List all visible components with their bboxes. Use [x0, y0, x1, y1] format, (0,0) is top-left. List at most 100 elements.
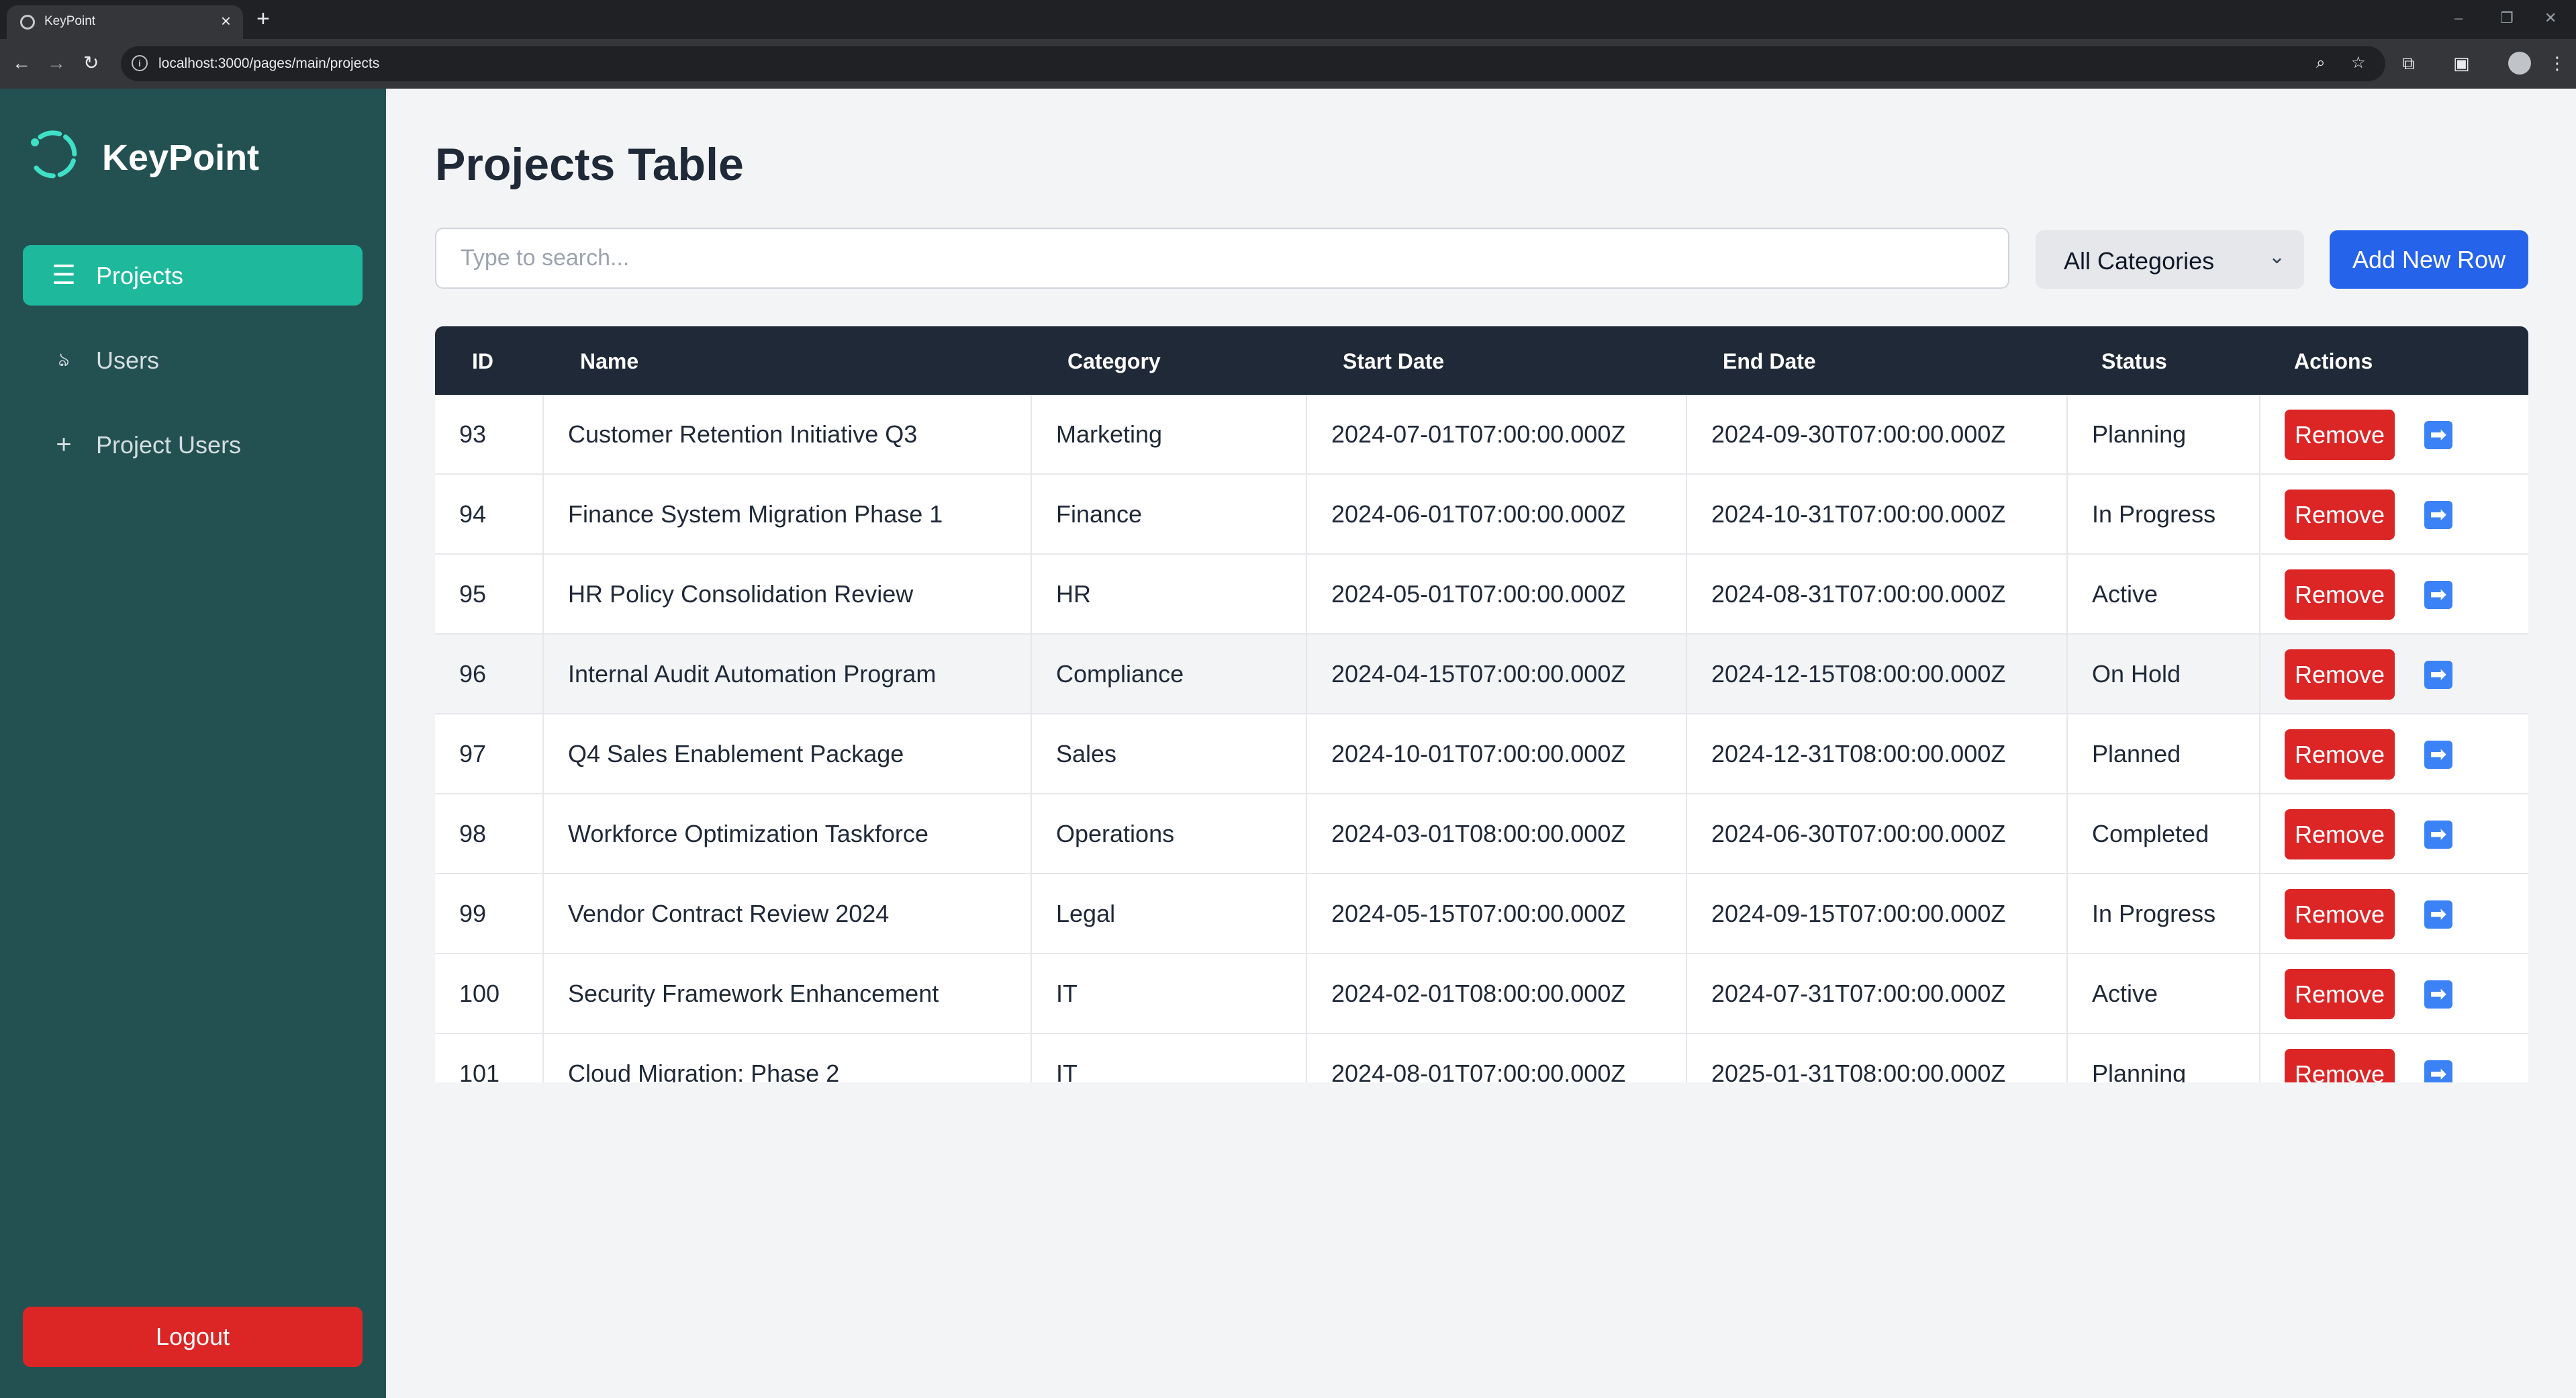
category-select[interactable]: All Categories ⌄: [2036, 230, 2304, 289]
cell-end-date-text: 2024-10-31T07:00:00.000Z: [1711, 500, 2006, 528]
table-row[interactable]: 95 HR Policy Consolidation Review HR 2024-0…: [435, 555, 2528, 635]
arrow-right-icon[interactable]: ➡: [2424, 741, 2452, 769]
cell-status-text: Completed: [2092, 820, 2209, 847]
cell-status-text: Active: [2092, 580, 2158, 608]
remove-button[interactable]: Remove: [2285, 809, 2395, 859]
arrow-right-icon[interactable]: ➡: [2424, 501, 2452, 529]
table-row[interactable]: 98 Workforce Optimization Taskforce Operat…: [435, 794, 2528, 874]
cell-end-date-text: 2024-08-31T07:00:00.000Z: [1711, 580, 2006, 608]
remove-button[interactable]: Remove: [2285, 649, 2395, 700]
sidebar-item-label: Projects: [96, 262, 184, 289]
cell-category-text: HR: [1056, 580, 1091, 608]
restore-icon[interactable]: ❐: [2500, 8, 2514, 28]
browser-tab[interactable]: KeyPoint ×: [7, 5, 243, 39]
cell-name-text: Finance System Migration Phase 1: [568, 500, 943, 528]
column-header-end-date[interactable]: End Date: [1723, 349, 1816, 374]
new-tab-icon[interactable]: +: [256, 7, 270, 31]
close-window-icon[interactable]: ✕: [2544, 8, 2557, 28]
cell-actions: Remove ➡: [2260, 874, 2528, 953]
cell-end-date: 2024-09-30T07:00:00.000Z: [1687, 395, 2068, 473]
minimize-icon[interactable]: –: [2454, 8, 2463, 28]
search-input[interactable]: [435, 228, 2009, 289]
arrow-right-icon[interactable]: ➡: [2424, 661, 2452, 689]
zoom-icon[interactable]: ⌕: [2316, 53, 2325, 73]
column-header-start-date[interactable]: Start Date: [1343, 349, 1444, 374]
cell-start-date-text: 2024-03-01T08:00:00.000Z: [1331, 820, 1626, 847]
cell-category-text: Legal: [1056, 900, 1116, 927]
python-logo-icon: ঌ: [58, 349, 70, 370]
remove-button[interactable]: Remove: [2285, 569, 2395, 620]
column-header-name[interactable]: Name: [580, 349, 638, 374]
remove-button[interactable]: Remove: [2285, 410, 2395, 460]
cell-actions: Remove ➡: [2260, 794, 2528, 873]
remove-button[interactable]: Remove: [2285, 889, 2395, 939]
cell-end-date: 2024-06-30T07:00:00.000Z: [1687, 794, 2068, 873]
cell-start-date: 2024-03-01T08:00:00.000Z: [1307, 794, 1687, 873]
cell-status-text: In Progress: [2092, 500, 2216, 528]
sidebar-item-projects[interactable]: ☰ Projects: [23, 245, 363, 306]
cell-start-date: 2024-06-01T07:00:00.000Z: [1307, 475, 1687, 553]
column-header-category[interactable]: Category: [1067, 349, 1161, 374]
arrow-right-icon[interactable]: ➡: [2424, 421, 2452, 449]
table-row[interactable]: 93 Customer Retention Initiative Q3 Market…: [435, 395, 2528, 475]
cell-start-date: 2024-07-01T07:00:00.000Z: [1307, 395, 1687, 473]
cell-category: Operations: [1032, 794, 1307, 873]
url-bar[interactable]: i localhost:3000/pages/main/projects ⌕ ☆: [121, 46, 2385, 81]
column-header-status[interactable]: Status: [2101, 349, 2167, 374]
cell-id: 93: [435, 395, 544, 473]
tab-title: KeyPoint: [44, 14, 96, 28]
cell-id: 101: [435, 1034, 544, 1082]
logout-button[interactable]: Logout: [23, 1307, 363, 1367]
sidepanel-icon[interactable]: ▣: [2453, 51, 2470, 75]
reload-icon[interactable]: ↻: [83, 51, 99, 75]
arrow-right-icon[interactable]: ➡: [2424, 900, 2452, 929]
cell-status: In Progress: [2068, 475, 2260, 553]
add-new-row-button[interactable]: Add New Row: [2330, 230, 2528, 289]
profile-avatar-icon[interactable]: [2508, 52, 2531, 75]
table-row[interactable]: 99 Vendor Contract Review 2024 Legal 2024-0…: [435, 874, 2528, 954]
cell-status: Planning: [2068, 1034, 2260, 1082]
arrow-right-icon[interactable]: ➡: [2424, 581, 2452, 609]
cell-end-date-text: 2025-01-31T08:00:00.000Z: [1711, 1060, 2006, 1082]
table-row[interactable]: 101 Cloud Migration: Phase 2 IT 2024-08-01T…: [435, 1034, 2528, 1082]
table-row[interactable]: 96 Internal Audit Automation Program Compl…: [435, 635, 2528, 714]
table-row[interactable]: 94 Finance System Migration Phase 1 Financ…: [435, 475, 2528, 555]
cell-name-text: Workforce Optimization Taskforce: [568, 820, 928, 847]
sidebar-item-users[interactable]: ঌ Users: [23, 330, 363, 390]
sidebar-item-project-users[interactable]: + Project Users: [23, 414, 363, 475]
brand-name: KeyPoint: [102, 138, 260, 178]
arrow-right-icon[interactable]: ➡: [2424, 980, 2452, 1009]
cell-id: 96: [435, 635, 544, 713]
remove-button[interactable]: Remove: [2285, 490, 2395, 540]
cell-name: Finance System Migration Phase 1: [544, 475, 1032, 553]
browser-menu-icon[interactable]: ⋮: [2548, 51, 2566, 75]
remove-button[interactable]: Remove: [2285, 1049, 2395, 1082]
arrow-right-icon[interactable]: ➡: [2424, 1060, 2452, 1082]
forward-icon[interactable]: →: [47, 51, 66, 75]
cell-category: HR: [1032, 555, 1307, 633]
plus-icon: +: [56, 430, 72, 459]
cell-start-date: 2024-04-15T07:00:00.000Z: [1307, 635, 1687, 713]
arrow-right-icon[interactable]: ➡: [2424, 821, 2452, 849]
table-row[interactable]: 100 Security Framework Enhancement IT 2024-…: [435, 954, 2528, 1034]
cell-name-text: Cloud Migration: Phase 2: [568, 1060, 840, 1082]
cell-status: Active: [2068, 555, 2260, 633]
site-info-icon[interactable]: i: [132, 55, 148, 71]
close-tab-icon[interactable]: ×: [221, 11, 231, 31]
bookmark-star-icon[interactable]: ☆: [2351, 53, 2366, 73]
cell-name-text: Security Framework Enhancement: [568, 980, 939, 1007]
cell-status-text: Planning: [2092, 420, 2187, 448]
cell-status: Completed: [2068, 794, 2260, 873]
cell-actions: Remove ➡: [2260, 714, 2528, 793]
cell-start-date: 2024-05-01T07:00:00.000Z: [1307, 555, 1687, 633]
cell-name-text: Internal Audit Automation Program: [568, 660, 937, 688]
remove-button[interactable]: Remove: [2285, 729, 2395, 780]
column-header-id[interactable]: ID: [472, 349, 493, 374]
cell-id-text: 98: [459, 820, 487, 847]
remove-button[interactable]: Remove: [2285, 969, 2395, 1019]
keypoint-logo-icon: [31, 130, 77, 179]
table-row[interactable]: 97 Q4 Sales Enablement Package Sales 2024-1…: [435, 714, 2528, 794]
extensions-icon[interactable]: ⧉: [2402, 51, 2415, 75]
url-text: localhost:3000/pages/main/projects: [158, 56, 380, 71]
back-icon[interactable]: ←: [12, 51, 31, 75]
